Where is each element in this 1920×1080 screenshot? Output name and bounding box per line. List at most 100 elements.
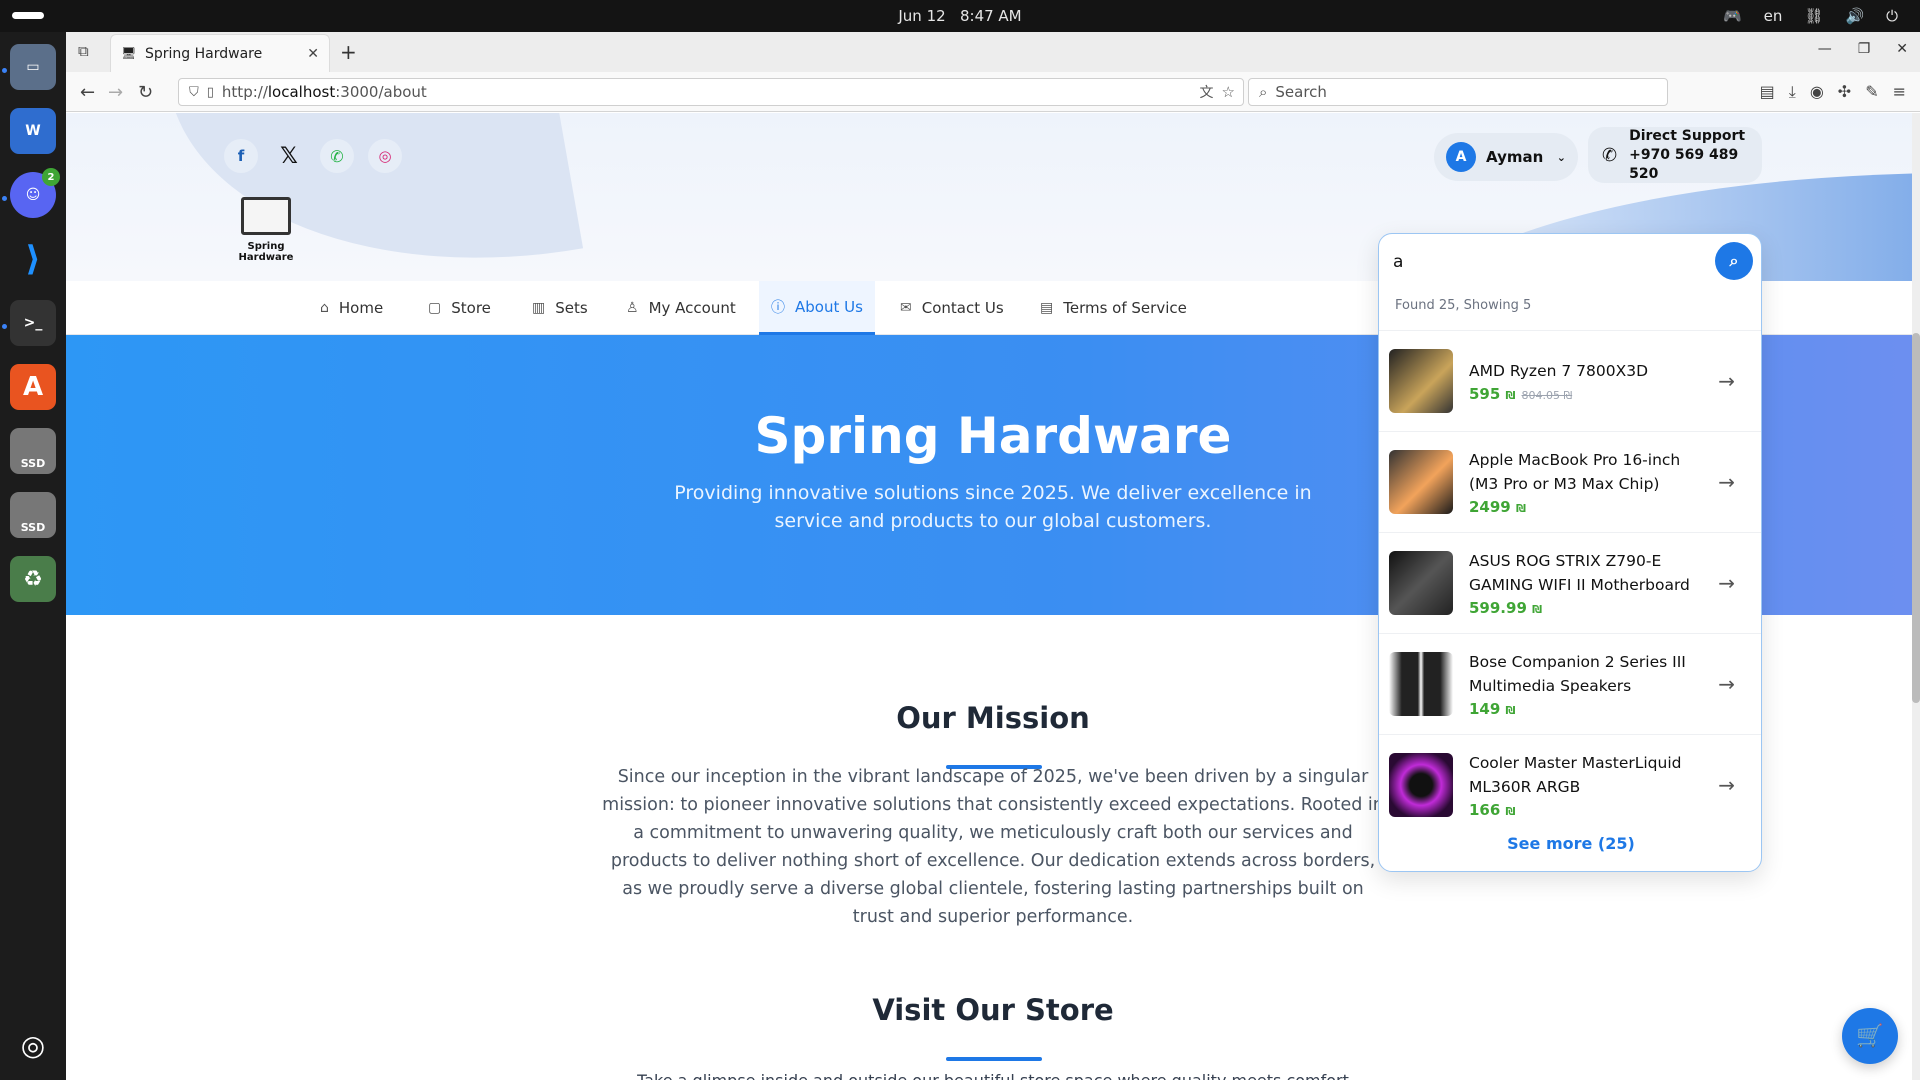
windsurf-icon[interactable]: W	[10, 108, 56, 154]
search-result-item[interactable]: ASUS ROG STRIX Z790-E GAMING WIFI II Mot…	[1379, 532, 1761, 633]
date-text: Jun 12	[898, 7, 946, 25]
extensions-icon[interactable]: ✣	[1838, 82, 1851, 102]
home-icon: ⌂	[320, 300, 329, 316]
nav-label: My Account	[648, 299, 736, 317]
search-result-item[interactable]: Cooler Master MasterLiquid ML360R ARGB 1…	[1379, 734, 1761, 835]
site-logo[interactable]: Spring Hardware	[224, 197, 308, 263]
document-icon: ▤	[1040, 300, 1054, 316]
tab-strip: ⧉ 🖥 Spring Hardware ✕ + — ❐ ✕	[66, 32, 1920, 72]
terminal-icon[interactable]: >_	[10, 300, 56, 346]
support-label: Direct Support	[1629, 127, 1746, 144]
discord-tray-icon[interactable]: 🎮	[1723, 7, 1742, 25]
addon-icon[interactable]: ✎	[1865, 82, 1878, 102]
product-name: Bose Companion 2 Series III Multimedia S…	[1469, 653, 1686, 695]
search-result-item[interactable]: AMD Ryzen 7 7800X3D 595 ₪ 804.05 ₪ →	[1379, 330, 1761, 431]
close-tab-icon[interactable]: ✕	[307, 46, 319, 62]
logo-text: Spring Hardware	[238, 241, 294, 263]
currency: ₪	[1505, 805, 1516, 818]
url-path: :3000/about	[335, 83, 427, 101]
discord-badge: 2	[42, 168, 60, 186]
nav-label: Store	[451, 299, 491, 317]
page-scrollbar[interactable]	[1912, 113, 1920, 1080]
cart-icon: 🛒	[1856, 1023, 1884, 1049]
bag-icon: ▢	[428, 300, 442, 316]
translate-icon[interactable]: 文	[1200, 82, 1214, 102]
browser-window: ⧉ 🖥 Spring Hardware ✕ + — ❐ ✕ ← → ↻ ⛉ ▯ …	[66, 32, 1920, 1080]
nav-label: Home	[338, 299, 384, 317]
product-price: 149	[1469, 700, 1501, 718]
favicon-icon: 🖥	[121, 45, 137, 60]
instagram-icon[interactable]: ◎	[368, 139, 402, 173]
account-icon[interactable]: ◉	[1810, 82, 1824, 102]
reload-icon[interactable]: ↻	[138, 82, 153, 103]
product-price: 2499	[1469, 498, 1511, 516]
user-menu-button[interactable]: A Ayman ⌄	[1434, 133, 1578, 181]
cart-button[interactable]: 🛒	[1842, 1008, 1898, 1064]
nav-sets[interactable]: ▥ Sets	[520, 281, 600, 335]
files-icon[interactable]: ▭	[10, 44, 56, 90]
nav-contact-us[interactable]: ✉ Contact Us	[888, 281, 1016, 335]
arrow-right-icon: →	[1718, 369, 1735, 393]
maximize-icon[interactable]: ❐	[1858, 41, 1871, 57]
nav-label: Sets	[555, 299, 588, 317]
browser-tab[interactable]: 🖥 Spring Hardware ✕	[110, 34, 330, 72]
nav-terms-of-service[interactable]: ▤ Terms of Service	[1028, 281, 1199, 335]
ssd-drive-icon[interactable]: SSD	[10, 492, 56, 538]
minimize-icon[interactable]: —	[1818, 41, 1832, 57]
nav-store[interactable]: ▢ Store	[416, 281, 503, 335]
browser-search-bar[interactable]: ⌕ Search	[1248, 78, 1668, 106]
avatar: A	[1446, 142, 1476, 172]
nav-label: Terms of Service	[1063, 299, 1187, 317]
see-more-link[interactable]: See more (25)	[1379, 834, 1761, 853]
menu-icon[interactable]: ≡	[1893, 82, 1906, 102]
system-clock[interactable]: Jun 12 8:47 AM	[0, 7, 1920, 25]
forward-icon[interactable]: →	[108, 82, 123, 103]
discord-icon[interactable]: ☺ 2	[10, 168, 60, 218]
shield-icon[interactable]: ⛉	[189, 85, 199, 100]
hero-subtitle: Providing innovative solutions since 202…	[674, 482, 1312, 532]
library-icon[interactable]: ▤	[1760, 82, 1775, 102]
new-tab-icon[interactable]: +	[340, 40, 357, 64]
power-icon[interactable]: ⏻	[1886, 7, 1898, 25]
window-close-icon[interactable]: ✕	[1896, 41, 1908, 57]
url-bar[interactable]: ⛉ ▯ http://localhost:3000/about 文 ☆	[178, 78, 1244, 106]
page-icon: ▯	[206, 84, 214, 100]
url-prefix: http://	[221, 83, 268, 101]
nav-home[interactable]: ⌂ Home	[308, 281, 395, 335]
vscode-icon[interactable]: ⟩	[10, 236, 56, 282]
nav-about-us[interactable]: ⓘ About Us	[759, 281, 875, 335]
nav-label: Contact Us	[921, 299, 1004, 317]
currency: ₪	[1563, 389, 1573, 402]
downloads-icon[interactable]: ⤓	[1789, 82, 1796, 102]
app-center-icon[interactable]: A	[10, 364, 56, 410]
product-thumbnail	[1389, 652, 1453, 716]
tab-list-icon[interactable]: ⧉	[78, 42, 89, 60]
search-result-count: Found 25, Showing 5	[1395, 298, 1532, 313]
facebook-icon[interactable]: f	[224, 139, 258, 173]
search-icon: ⌕	[1729, 251, 1739, 270]
back-icon[interactable]: ←	[80, 82, 95, 103]
site-search-input[interactable]: a	[1393, 248, 1693, 276]
nav-my-account[interactable]: ♙ My Account	[614, 281, 748, 335]
store-text: Take a glimpse inside and outside our be…	[66, 1071, 1920, 1080]
search-result-item[interactable]: Apple MacBook Pro 16-inch (M3 Pro or M3 …	[1379, 431, 1761, 532]
language-indicator[interactable]: en	[1764, 7, 1783, 25]
network-icon[interactable]: ⛓	[1804, 7, 1823, 25]
volume-icon[interactable]: 🔊	[1845, 7, 1864, 25]
trash-icon[interactable]: ♻	[10, 556, 56, 602]
bookmark-star-icon[interactable]: ☆	[1222, 83, 1235, 101]
browser-toolbar: ← → ↻ ⛉ ▯ http://localhost:3000/about 文 …	[66, 72, 1920, 112]
scrollbar-thumb[interactable]	[1912, 333, 1920, 703]
url-host: localhost	[267, 83, 336, 101]
running-indicator	[2, 324, 7, 329]
search-button[interactable]: ⌕	[1715, 242, 1753, 280]
search-result-item[interactable]: Bose Companion 2 Series III Multimedia S…	[1379, 633, 1761, 734]
product-price: 595	[1469, 385, 1501, 403]
x-twitter-icon[interactable]: 𝕏	[272, 139, 306, 173]
product-name: Cooler Master MasterLiquid ML360R ARGB	[1469, 754, 1682, 796]
ssd-drive-icon[interactable]: SSD	[10, 428, 56, 474]
direct-support-button[interactable]: ✆ Direct Support +970 569 489 520	[1588, 127, 1762, 183]
web-page: f 𝕏 ✆ ◎ Spring Hardware A Ayman ⌄ ✆ Dire…	[66, 113, 1920, 1080]
show-apps-icon[interactable]: ◎	[10, 1022, 56, 1068]
whatsapp-icon[interactable]: ✆	[320, 139, 354, 173]
